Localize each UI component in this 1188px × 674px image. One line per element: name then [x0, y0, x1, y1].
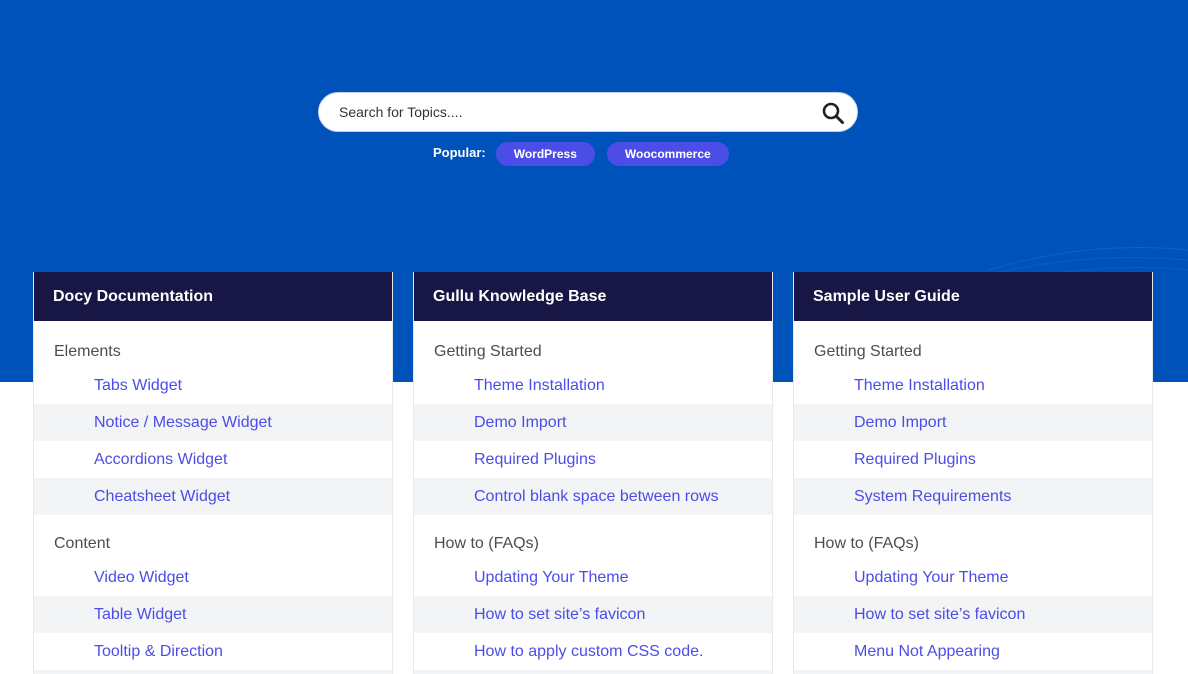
search-input[interactable] [339, 93, 809, 131]
doc-link[interactable]: Required Plugins [794, 441, 1152, 478]
section-title[interactable]: Content [34, 533, 392, 559]
card-docy-documentation: Docy Documentation Elements Tabs Widget … [33, 272, 393, 674]
section-title[interactable]: Getting Started [794, 341, 1152, 367]
doc-link[interactable]: Table Widget [34, 596, 392, 633]
doc-link[interactable]: Menu Not Appearing [794, 633, 1152, 670]
card-title[interactable]: Gullu Knowledge Base [414, 272, 772, 321]
section-title[interactable]: Elements [34, 341, 392, 367]
doc-link[interactable]: How to set site’s favicon [414, 596, 772, 633]
doc-link[interactable]: Theme Installation [794, 367, 1152, 404]
popular-label: Popular: [433, 144, 486, 160]
section-title[interactable]: How to (FAQs) [414, 533, 772, 559]
card-title[interactable]: Sample User Guide [794, 272, 1152, 321]
doc-link[interactable]: Accordions Widget [34, 441, 392, 478]
doc-link-partial [414, 670, 772, 674]
tag-woocommerce[interactable]: Woocommerce [606, 142, 729, 166]
doc-link-partial [34, 670, 392, 674]
doc-link[interactable]: Demo Import [794, 404, 1152, 441]
doc-link[interactable]: Updating Your Theme [794, 559, 1152, 596]
doc-link[interactable]: Video Widget [34, 559, 392, 596]
search-box [318, 92, 858, 132]
doc-link[interactable]: Tooltip & Direction [34, 633, 392, 670]
doc-link[interactable]: Notice / Message Widget [34, 404, 392, 441]
doc-link[interactable]: Tabs Widget [34, 367, 392, 404]
doc-link[interactable]: Demo Import [414, 404, 772, 441]
card-sample-user-guide: Sample User Guide Getting Started Theme … [793, 272, 1153, 674]
tag-wordpress[interactable]: WordPress [495, 142, 595, 166]
card-gullu-knowledge-base: Gullu Knowledge Base Getting Started The… [413, 272, 773, 674]
card-title[interactable]: Docy Documentation [34, 272, 392, 321]
doc-link[interactable]: System Requirements [794, 478, 1152, 515]
doc-link[interactable]: Updating Your Theme [414, 559, 772, 596]
section-title[interactable]: How to (FAQs) [794, 533, 1152, 559]
doc-link[interactable]: How to apply custom CSS code. [414, 633, 772, 670]
doc-link-partial [794, 670, 1152, 674]
doc-link[interactable]: How to set site’s favicon [794, 596, 1152, 633]
section-title[interactable]: Getting Started [414, 341, 772, 367]
doc-link[interactable]: Theme Installation [414, 367, 772, 404]
doc-link[interactable]: Cheatsheet Widget [34, 478, 392, 515]
search-icon[interactable] [821, 101, 845, 125]
doc-link[interactable]: Control blank space between rows [414, 478, 772, 515]
popular-tags: Popular: WordPress Woocommerce [433, 142, 741, 166]
doc-link[interactable]: Required Plugins [414, 441, 772, 478]
doc-cards: Docy Documentation Elements Tabs Widget … [33, 272, 1153, 674]
